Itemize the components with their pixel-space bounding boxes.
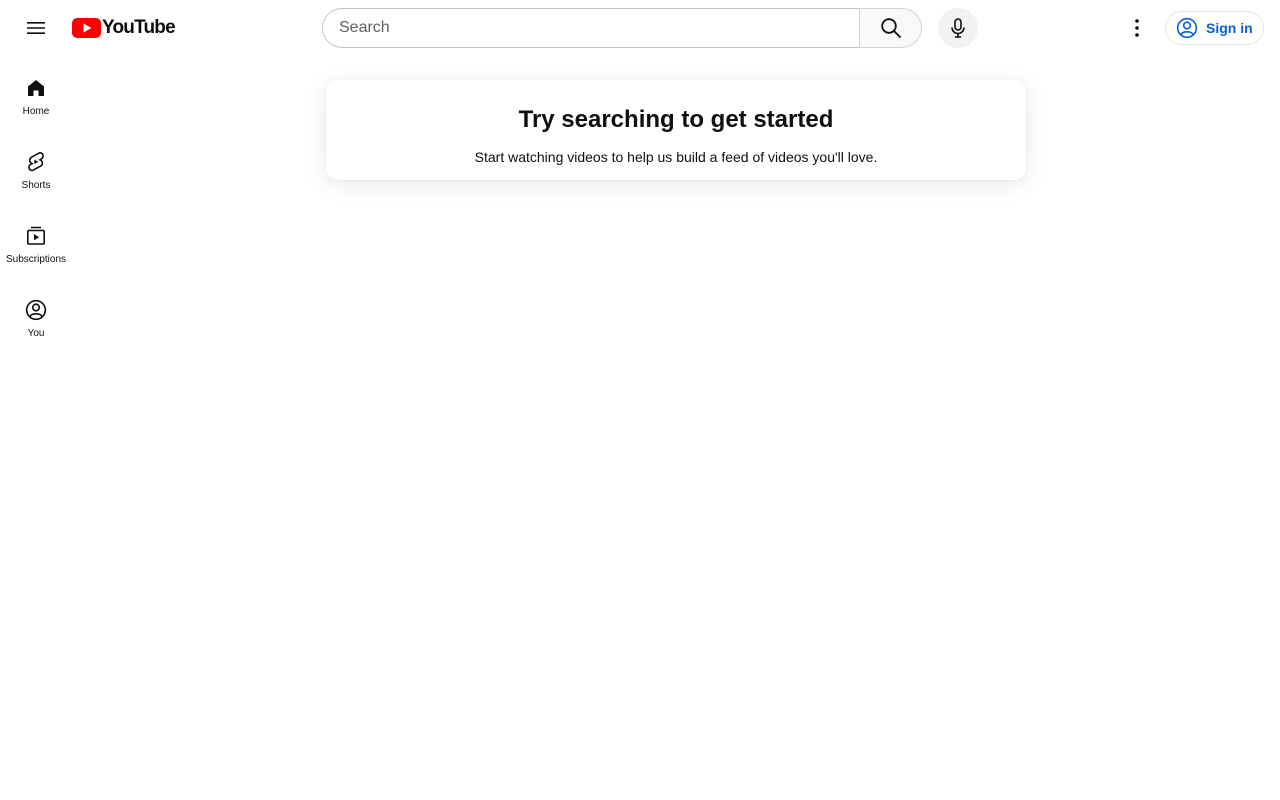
guide-item-label: Shorts (21, 180, 51, 191)
search-button[interactable] (859, 8, 922, 48)
sign-in-label: Sign in (1206, 20, 1253, 36)
guide-item-label: You (27, 328, 45, 339)
subscriptions-icon (24, 224, 48, 248)
account-circle-icon (1176, 17, 1198, 39)
masthead: YouTube Sign in (0, 0, 1280, 56)
hamburger-menu-icon (27, 22, 45, 34)
guide-item-label: Subscriptions (5, 254, 67, 265)
microphone-icon (951, 18, 965, 38)
settings-button[interactable] (1117, 8, 1157, 48)
search-icon (880, 18, 901, 38)
feed-nudge-subtitle: Start watching videos to help us build a… (474, 149, 878, 165)
more-vert-icon (1135, 19, 1139, 37)
guide-menu-button[interactable] (16, 8, 56, 48)
youtube-play-icon (72, 18, 101, 38)
sign-in-button[interactable]: Sign in (1165, 11, 1264, 45)
shorts-icon (24, 150, 48, 174)
youtube-logo[interactable]: YouTube (72, 17, 176, 38)
voice-search-button[interactable] (938, 8, 978, 48)
account-circle-icon (24, 298, 48, 322)
guide-item-subscriptions[interactable]: Subscriptions (4, 204, 68, 278)
guide-item-home[interactable]: Home (4, 56, 68, 130)
guide-item-you[interactable]: You (4, 278, 68, 352)
home-icon (24, 76, 48, 100)
feed-nudge-card: Try searching to get started Start watch… (326, 80, 1026, 180)
page-title: Try searching to get started (518, 106, 834, 133)
guide-item-label: Home (22, 106, 50, 117)
search-input[interactable] (322, 8, 859, 48)
search-box (322, 8, 922, 48)
guide-item-shorts[interactable]: Shorts (4, 130, 68, 204)
logo-wordmark: YouTube (102, 17, 176, 38)
